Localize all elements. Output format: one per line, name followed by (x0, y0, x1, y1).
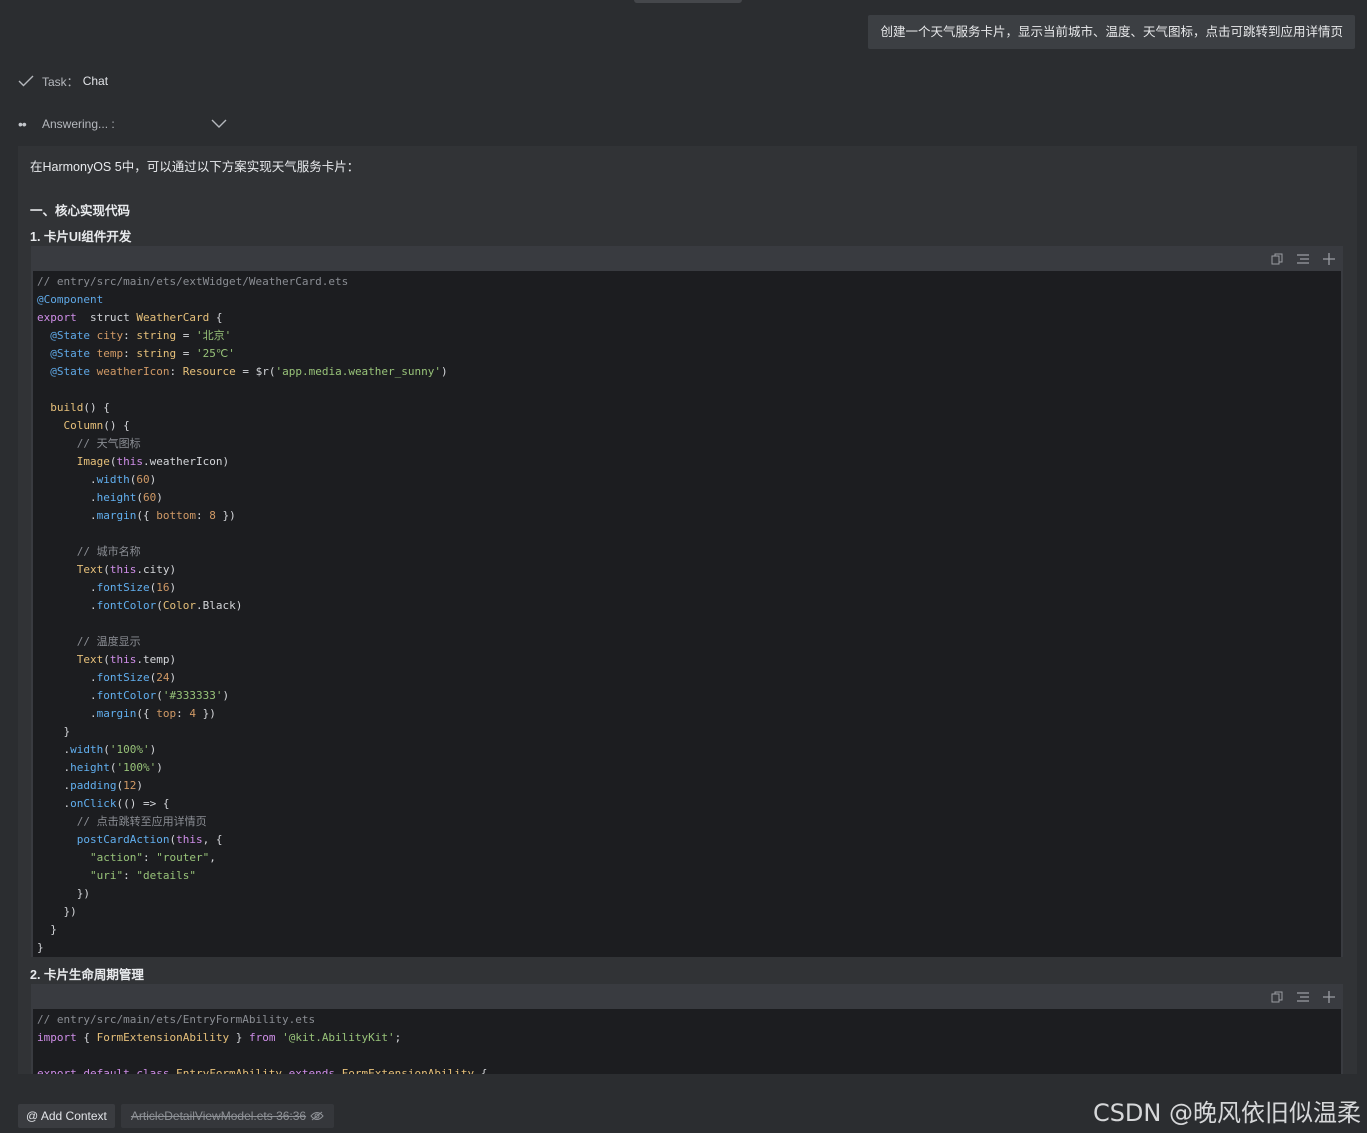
code-line: .padding(12) (37, 779, 143, 792)
format-icon[interactable] (1295, 989, 1311, 1005)
code-line: .fontSize(16) (37, 581, 177, 594)
code-line: .onClick(() => { (37, 797, 170, 810)
eye-off-icon[interactable] (310, 1111, 324, 1121)
code-line: import { FormExtensionAbility } from '@k… (37, 1031, 402, 1044)
context-bar: @ Add Context ArticleDetailViewModel.ets… (18, 1102, 335, 1130)
code-content[interactable]: // entry/src/main/ets/extWidget/WeatherC… (33, 271, 1341, 957)
loading-dots-icon: •• (18, 116, 27, 132)
code-line: // 城市名称 (76, 545, 141, 558)
code-line: .fontSize(24) (37, 671, 177, 684)
code-line: "action": "router", (89, 851, 216, 864)
answer-intro: 在HarmonyOS 5中，可以通过以下方案实现天气服务卡片： (30, 160, 360, 174)
code-line: .margin({ top: 4 }) (37, 707, 216, 720)
watermark: CSDN @晚风依旧似温柔 (1092, 1099, 1361, 1127)
code-line: .width('100%') (37, 743, 157, 756)
subheading-2: 2. 卡片生命周期管理 (30, 968, 144, 982)
copy-icon[interactable] (1269, 989, 1285, 1005)
code-toolbar (31, 246, 1343, 271)
code-line: } (37, 941, 44, 954)
code-line: .fontColor(Color.Black) (37, 599, 243, 612)
code-line: postCardAction(this, { (76, 833, 223, 846)
copy-icon[interactable] (1269, 251, 1285, 267)
format-icon[interactable] (1295, 251, 1311, 267)
code-line: }) (37, 887, 90, 900)
code-line: .height(60) (37, 491, 163, 504)
code-line: } (37, 725, 71, 738)
answering-label: Answering... : (42, 117, 115, 131)
code-line: // entry/src/main/ets/EntryFormAbility.e… (37, 1013, 316, 1026)
code-toolbar (31, 984, 1343, 1009)
panel-drag-handle[interactable] (634, 0, 742, 3)
code-line: .margin({ bottom: 8 }) (37, 509, 236, 522)
code-line: Column() { (63, 419, 130, 432)
file-chip-label: ArticleDetailViewModel.ets 36:36 (130, 1109, 307, 1123)
code-line: .fontColor('#333333') (37, 689, 230, 702)
code-line: export struct WeatherCard { (37, 311, 223, 324)
task-row: Task： Chat (18, 72, 108, 90)
task-label: Task： (42, 74, 79, 89)
code-line: // 点击跳转至应用详情页 (76, 815, 207, 828)
section-heading: 一、核心实现代码 (30, 204, 131, 218)
code-line: "uri": "details" (89, 869, 196, 882)
code-line: Text(this.city) (76, 563, 177, 576)
code-line: build() { (50, 401, 110, 414)
code-line: @State city: string = '北京' (50, 329, 232, 342)
code-content[interactable]: // entry/src/main/ets/EntryFormAbility.e… (33, 1009, 1341, 1074)
code-line: Image(this.weatherIcon) (76, 455, 230, 468)
code-line: .height('100%') (37, 761, 163, 774)
code-line: export default class EntryFormAbility ex… (37, 1067, 488, 1074)
user-message-bubble: 创建一个天气服务卡片，显示当前城市、温度、天气图标，点击可跳转到应用详情页 (868, 15, 1355, 49)
code-block-2: // entry/src/main/ets/EntryFormAbility.e… (31, 984, 1343, 1074)
check-icon (18, 75, 34, 87)
code-line: // 温度显示 (76, 635, 141, 648)
code-block-1: // entry/src/main/ets/extWidget/WeatherC… (31, 246, 1343, 957)
insert-icon[interactable] (1321, 251, 1337, 267)
code-line: Text(this.temp) (76, 653, 177, 666)
code-line: .width(60) (37, 473, 157, 486)
code-line: @State temp: string = '25℃' (50, 347, 235, 360)
answer-panel: 在HarmonyOS 5中，可以通过以下方案实现天气服务卡片： 一、核心实现代码… (18, 146, 1357, 1074)
add-context-button[interactable]: @ Add Context (18, 1104, 115, 1128)
answering-row[interactable]: •• Answering... : (18, 114, 227, 134)
code-line: @State weatherIcon: Resource = $r('app.m… (50, 365, 448, 378)
subheading-1: 1. 卡片UI组件开发 (30, 230, 132, 244)
code-line: @Component (37, 293, 104, 306)
insert-icon[interactable] (1321, 989, 1337, 1005)
code-line: // entry/src/main/ets/extWidget/WeatherC… (37, 275, 349, 288)
code-line: // 天气图标 (76, 437, 141, 450)
chevron-down-icon[interactable] (211, 119, 227, 129)
context-file-chip[interactable]: ArticleDetailViewModel.ets 36:36 (120, 1104, 335, 1128)
task-value: Chat (82, 74, 109, 88)
code-line: } (37, 923, 57, 936)
code-line: }) (37, 905, 77, 918)
